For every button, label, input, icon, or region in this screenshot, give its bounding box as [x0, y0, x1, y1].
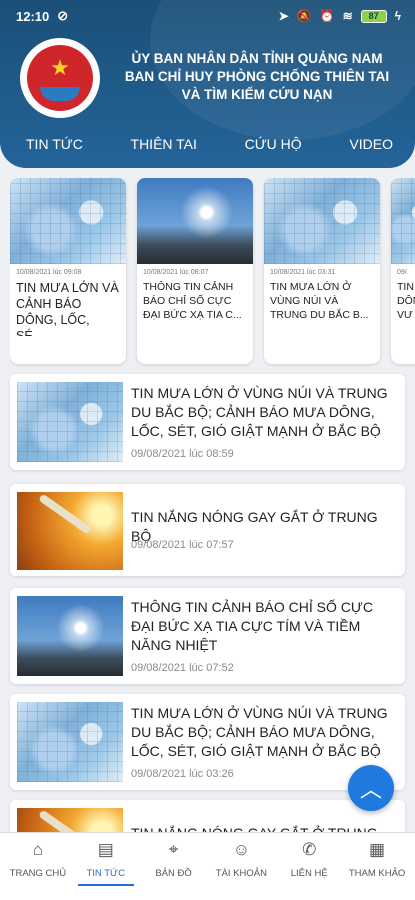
nav-news[interactable]: ▤ TIN TỨC: [72, 833, 140, 900]
org-line-1: ỦY BAN NHÂN DÂN TỈNH QUẢNG NAM: [131, 51, 383, 66]
app-header: 12:10 ⊘ ➤ 🔕 ⏰ ≋ 87 ϟ ★ ỦY BAN NHÂN DÂN T…: [0, 0, 415, 168]
nav-reference[interactable]: ▦ THAM KHẢO: [343, 833, 411, 900]
carousel-card[interactable]: 10/08/2021 lúc 03:31 TIN MƯA LỚN Ở VÙNG …: [264, 178, 380, 364]
carousel-card[interactable]: 10/08/2021 lúc 09:08 TIN MƯA LỚN VÀ CẢNH…: [10, 178, 126, 364]
nav-map[interactable]: ⌖ BẢN ĐỒ: [140, 833, 208, 900]
org-line-3: VÀ TÌM KIẾM CỨU NẠN: [181, 87, 333, 102]
sun-image: [17, 596, 123, 676]
news-time: 09/08/2021 lúc 07:57: [131, 539, 234, 551]
province-logo: ★: [20, 38, 100, 118]
weather-map-image: [17, 382, 123, 462]
tab-rescue[interactable]: CỨU HỘ: [245, 136, 302, 152]
news-title: TIN MƯA LỚN Ở VÙNG NÚI VÀ TRUNG DU BẮC B…: [131, 385, 388, 439]
tab-disaster[interactable]: THIÊN TAI: [131, 136, 197, 152]
bottom-navigation: ⌂ TRANG CHỦ ▤ TIN TỨC ⌖ BẢN ĐỒ ☺ TÀI KHO…: [0, 832, 415, 900]
thermometer-image: [17, 492, 123, 570]
tab-video[interactable]: VIDEO: [349, 136, 393, 152]
nav-label: THAM KHẢO: [348, 868, 406, 879]
weather-map-image: [10, 178, 126, 264]
category-tabs: TIN TỨC THIÊN TAI CỨU HỘ VIDEO: [0, 136, 415, 152]
nav-contact[interactable]: ✆ LIÊN HỆ: [275, 833, 343, 900]
user-icon: ☺: [232, 840, 251, 859]
location-icon: ➤: [278, 9, 289, 23]
news-item[interactable]: TIN MƯA LỚN Ở VÙNG NÚI VÀ TRUNG DU BẮC B…: [10, 374, 405, 470]
news-item[interactable]: TIN NẮNG NÓNG GAY GẮT Ở TRUNG BỘ 09/08/2…: [10, 484, 405, 576]
lightning-icon: ϟ: [394, 9, 401, 23]
weather-map-image: [264, 178, 380, 264]
card-time: 10/08/2021 lúc 09:08: [16, 269, 82, 276]
clock: 12:10: [16, 8, 50, 24]
nav-label: TRANG CHỦ: [9, 868, 67, 879]
home-icon: ⌂: [32, 840, 44, 859]
nav-label: TIN TỨC: [86, 868, 126, 879]
sun-image: [137, 178, 253, 264]
carousel-card[interactable]: 10/08/2021 lúc 08:07 THÔNG TIN CẢNH BÁO …: [137, 178, 253, 364]
nav-home[interactable]: ⌂ TRANG CHỦ: [4, 833, 72, 900]
carousel-card[interactable]: 09/ TIN DÔN VƯ: [391, 178, 415, 364]
card-title: TIN DÔN VƯ: [397, 281, 415, 321]
wifi-icon: ≋: [342, 9, 353, 23]
mute-icon: 🔕: [296, 9, 312, 23]
news-item[interactable]: TIN MƯA LỚN Ở VÙNG NÚI VÀ TRUNG DU BẮC B…: [10, 694, 405, 790]
organization-title: ỦY BAN NHÂN DÂN TỈNH QUẢNG NAM BAN CHỈ H…: [112, 50, 402, 104]
news-time: 09/08/2021 lúc 07:52: [131, 662, 234, 674]
battery-icon: 87: [360, 9, 387, 23]
map-icon: ⌖: [168, 840, 179, 859]
org-line-2: BAN CHỈ HUY PHÒNG CHỐNG THIÊN TAI: [124, 69, 390, 84]
nav-label: TÀI KHOẢN: [215, 868, 267, 879]
card-time: 10/08/2021 lúc 08:07: [143, 269, 209, 276]
phone-icon: ✆: [302, 840, 317, 859]
tab-news[interactable]: TIN TỨC: [26, 136, 83, 152]
news-title: THÔNG TIN CẢNH BÁO CHỈ SỐ CỰC ĐẠI BỨC XẠ…: [131, 599, 373, 653]
nav-label: BẢN ĐỒ: [155, 868, 192, 879]
card-time: 09/: [397, 269, 407, 276]
status-bar: 12:10 ⊘ ➤ 🔕 ⏰ ≋ 87 ϟ: [16, 6, 401, 26]
grid-icon: ▦: [369, 840, 386, 859]
news-icon: ▤: [97, 840, 114, 859]
card-title: TIN MƯA LỚN VÀ CẢNH BÁO DÔNG, LỐC, SÉ...: [16, 281, 119, 336]
card-time: 10/08/2021 lúc 03:31: [270, 269, 336, 276]
scroll-to-top-button[interactable]: ︿: [348, 765, 394, 811]
weather-map-image: [17, 702, 123, 782]
news-item[interactable]: THÔNG TIN CẢNH BÁO CHỈ SỐ CỰC ĐẠI BỨC XẠ…: [10, 588, 405, 684]
card-title: TIN MƯA LỚN Ở VÙNG NÚI VÀ TRUNG DU BẮC B…: [270, 281, 369, 321]
nav-account[interactable]: ☺ TÀI KHOẢN: [207, 833, 275, 900]
card-title: THÔNG TIN CẢNH BÁO CHỈ SỐ CỰC ĐẠI BỨC XẠ…: [143, 281, 242, 321]
news-time: 09/08/2021 lúc 03:26: [131, 768, 234, 780]
chevron-up-icon: ︿: [359, 777, 382, 802]
news-title: TIN MƯA LỚN Ở VÙNG NÚI VÀ TRUNG DU BẮC B…: [131, 705, 388, 759]
sync-icon: ⊘: [57, 8, 69, 23]
weather-map-image: [391, 178, 415, 264]
news-time: 09/08/2021 lúc 08:59: [131, 448, 234, 460]
featured-carousel[interactable]: 10/08/2021 lúc 09:08 TIN MƯA LỚN VÀ CẢNH…: [10, 178, 415, 368]
alarm-icon: ⏰: [319, 9, 335, 23]
nav-label: LIÊN HỆ: [290, 868, 328, 879]
